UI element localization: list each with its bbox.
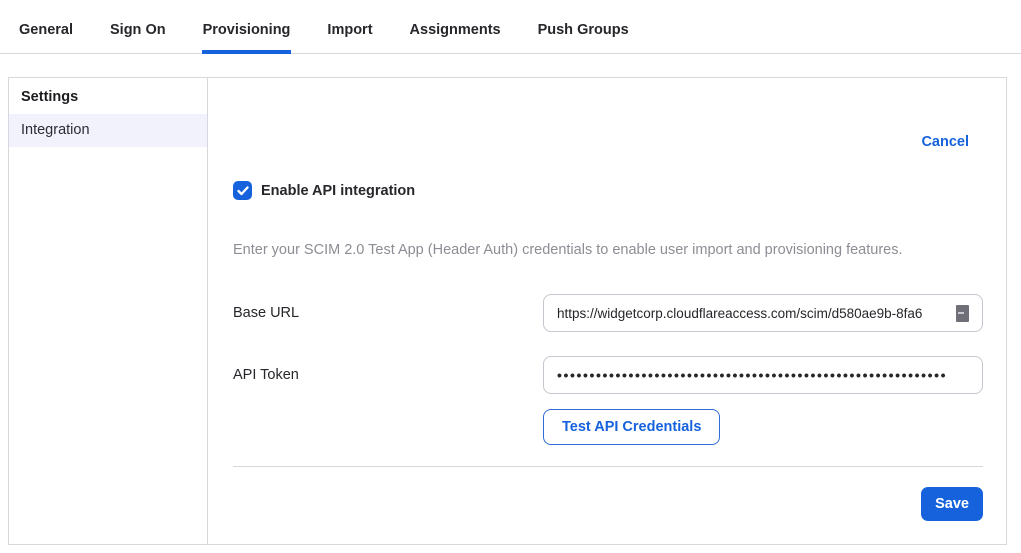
tab-sign-on[interactable]: Sign On <box>110 22 166 53</box>
enable-api-label: Enable API integration <box>261 183 415 199</box>
cancel-link[interactable]: Cancel <box>921 134 969 150</box>
integration-settings-panel: Cancel Enable API integration Enter your… <box>208 78 1008 544</box>
api-token-label: API Token <box>233 367 543 383</box>
text-selection-artifact <box>956 305 969 322</box>
tab-provisioning[interactable]: Provisioning <box>203 22 291 53</box>
api-token-field-row: API Token <box>233 356 983 394</box>
tab-import[interactable]: Import <box>327 22 372 53</box>
sidebar-header-settings: Settings <box>9 87 207 114</box>
sidebar-item-integration[interactable]: Integration <box>9 114 207 147</box>
tab-general[interactable]: General <box>19 22 73 53</box>
base-url-field-row: Base URL <box>233 294 983 332</box>
footer-divider <box>233 466 983 467</box>
enable-api-checkbox[interactable] <box>233 181 252 200</box>
test-credentials-row: Test API Credentials <box>543 409 983 445</box>
save-button[interactable]: Save <box>921 487 983 521</box>
checkmark-icon <box>237 186 249 196</box>
provisioning-content-box: Settings Integration Cancel Enable API i… <box>8 77 1007 545</box>
tab-assignments[interactable]: Assignments <box>410 22 501 53</box>
test-api-credentials-button[interactable]: Test API Credentials <box>543 409 720 445</box>
base-url-label: Base URL <box>233 305 543 321</box>
save-row: Save <box>233 487 983 521</box>
enable-api-row: Enable API integration <box>233 181 983 200</box>
cancel-row: Cancel <box>233 134 983 150</box>
settings-sidebar: Settings Integration <box>9 78 208 544</box>
base-url-input[interactable] <box>557 306 958 321</box>
base-url-input-wrapper <box>543 294 983 332</box>
tab-push-groups[interactable]: Push Groups <box>538 22 629 53</box>
credentials-description: Enter your SCIM 2.0 Test App (Header Aut… <box>233 242 983 258</box>
provisioning-page: General Sign On Provisioning Import Assi… <box>0 0 1021 553</box>
app-tab-bar: General Sign On Provisioning Import Assi… <box>0 0 1021 54</box>
api-token-input-wrapper <box>543 356 983 394</box>
api-token-input[interactable] <box>557 367 969 383</box>
